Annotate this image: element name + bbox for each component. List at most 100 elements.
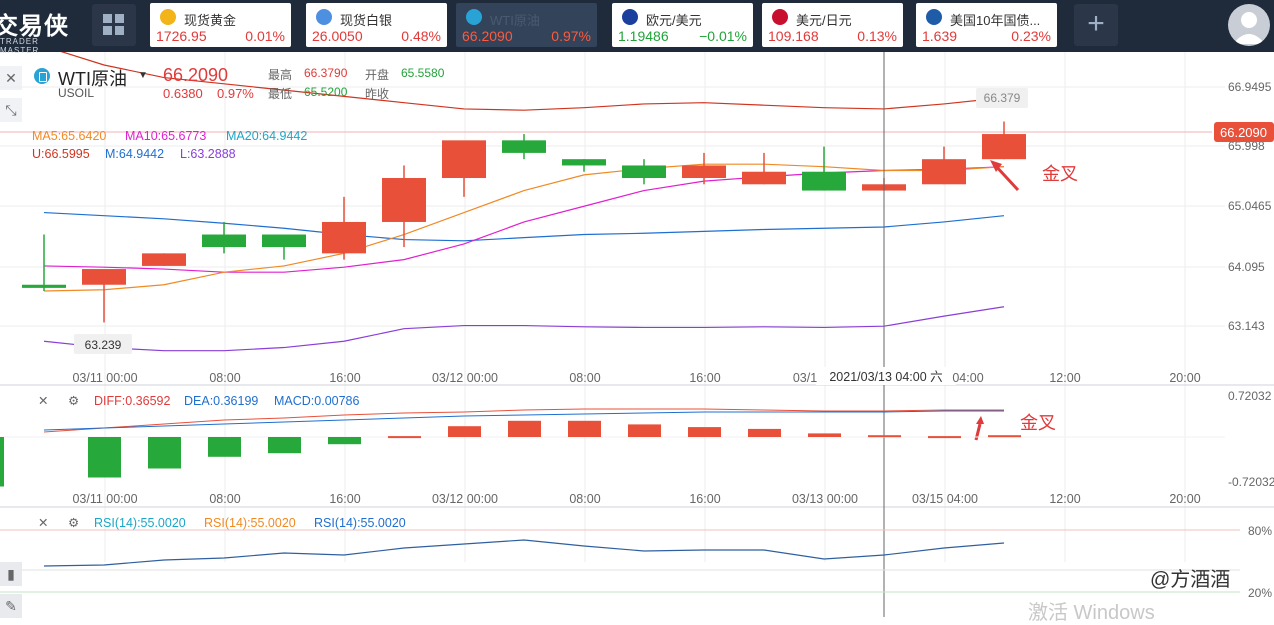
boll-upper-label: U:66.5995 — [32, 147, 90, 161]
boll-mid-label: M:64.9442 — [105, 147, 165, 161]
add-ticker-button[interactable]: + — [1074, 4, 1118, 46]
candle-body — [202, 234, 246, 248]
symbol-icon — [316, 9, 332, 25]
macd-time-label: 16:00 — [689, 492, 720, 506]
close-macd-icon[interactable]: ✕ — [38, 393, 48, 408]
avatar[interactable] — [1228, 4, 1270, 46]
current-price: 66.2090 — [163, 65, 229, 85]
price-axis-label: 66.9495 — [1228, 80, 1272, 94]
macd-bar — [448, 426, 481, 437]
candle-body — [142, 253, 186, 266]
app-logo[interactable]: 交易侠 TRADER MASTER — [0, 4, 80, 55]
candle-body — [562, 159, 606, 166]
ticker-change: 0.13% — [857, 28, 897, 44]
ticker-change: −0.01% — [699, 28, 747, 44]
macd-bar — [688, 427, 721, 437]
candle-body — [262, 234, 306, 248]
macd-label: MACD:0.00786 — [274, 394, 360, 408]
macd-bar — [868, 435, 901, 438]
ticker-card[interactable]: 美国10年国债... 1.639 0.23% — [916, 3, 1057, 47]
activate-windows-watermark: 激活 Windows — [1028, 602, 1155, 624]
ma5-label: MA5:65.6420 — [32, 129, 107, 143]
ticker-name: 现货白银 — [340, 13, 393, 28]
ticker-card[interactable]: 欧元/美元 1.19486 −0.01% — [612, 3, 753, 47]
time-axis-label: 08:00 — [209, 371, 240, 385]
high-label: 最高 — [268, 68, 293, 82]
ticker-price: 1.19486 — [618, 28, 669, 44]
ticker-name: 美国10年国债... — [950, 13, 1041, 28]
candle-body — [82, 269, 126, 285]
macd-axis-label: 0.72032 — [1228, 389, 1272, 403]
ticker-name: WTI原油 — [490, 13, 540, 28]
ticker-change: 0.97% — [551, 28, 591, 44]
ticker-price: 66.2090 — [462, 28, 513, 44]
macd-time-label: 08:00 — [209, 492, 240, 506]
current-price-tag: 66.2090 — [1220, 125, 1267, 140]
golden-cross-annotation: 金叉 — [1020, 413, 1056, 433]
open-label: 开盘 — [365, 68, 390, 82]
time-axis-label: 08:00 — [569, 371, 600, 385]
price-change-pct: 0.97% — [217, 86, 254, 101]
draw-tool-icon[interactable]: ✎ — [0, 594, 22, 618]
macd-bar — [748, 428, 781, 437]
macd-bar — [508, 420, 541, 437]
prev-close-label: 昨收 — [365, 87, 390, 101]
chart-type-icon[interactable]: ▮ — [0, 562, 22, 586]
rsi-label-2: RSI(14):55.0020 — [204, 516, 296, 530]
ma10-line — [43, 166, 1005, 273]
time-axis-label: 03/1 — [793, 371, 817, 385]
macd-bar — [808, 433, 841, 437]
dea-label: DEA:0.36199 — [184, 394, 259, 408]
rsi-label-3: RSI(14):55.0020 — [314, 516, 406, 530]
time-axis-label: 20:00 — [1169, 371, 1200, 385]
macd-bar — [268, 437, 301, 454]
ticker-card[interactable]: 现货白银 26.0050 0.48% — [306, 3, 447, 47]
oil-icon — [34, 68, 50, 84]
ma10-label: MA10:65.6773 — [125, 129, 207, 143]
macd-bar — [88, 437, 121, 478]
candle-body — [22, 284, 66, 288]
close-rsi-icon[interactable]: ✕ — [38, 515, 48, 530]
rsi-axis-label: 20% — [1248, 586, 1272, 600]
price-axis-label: 64.095 — [1228, 260, 1265, 274]
time-axis-label: 16:00 — [329, 371, 360, 385]
rsi-line — [43, 539, 1005, 567]
candle-body — [802, 171, 846, 191]
symbol-code: USOIL — [58, 86, 95, 100]
author-watermark: @方酒酒 — [1150, 569, 1231, 591]
symbol-icon — [466, 9, 482, 25]
time-axis-label: 03/12 00:00 — [432, 371, 498, 385]
ma20-label: MA20:64.9442 — [226, 129, 308, 143]
ticker-change: 0.23% — [1011, 28, 1051, 44]
ticker-name: 欧元/美元 — [646, 13, 702, 28]
ticker-price: 1726.95 — [156, 28, 207, 44]
ticker-price: 109.168 — [768, 28, 819, 44]
symbol-icon — [926, 9, 942, 25]
grid-menu-button[interactable] — [92, 4, 136, 46]
macd-time-label: 16:00 — [329, 492, 360, 506]
ticker-card[interactable]: 美元/日元 109.168 0.13% — [762, 3, 903, 47]
symbol-icon — [622, 9, 638, 25]
rsi-axis-label: 80% — [1248, 524, 1272, 538]
gear-icon[interactable]: ⚙ — [68, 515, 79, 530]
price-change: 0.6380 — [163, 86, 203, 101]
time-axis-label: 03/11 00:00 — [72, 371, 137, 385]
crosshair-time-label: 2021/03/13 04:00 六 — [829, 370, 942, 384]
ticker-change: 0.01% — [245, 28, 285, 44]
high-tag: 66.379 — [984, 91, 1021, 105]
macd-bar — [0, 437, 4, 487]
time-axis-label: 12:00 — [1049, 371, 1080, 385]
bollinger-mid-line — [43, 211, 1005, 242]
symbol-icon — [160, 9, 176, 25]
ticker-card[interactable]: WTI原油 66.2090 0.97% — [456, 3, 597, 47]
macd-time-label: 12:00 — [1049, 492, 1080, 506]
candle-body — [922, 159, 966, 185]
candle-body — [742, 171, 786, 185]
golden-cross-annotation: 金叉 — [1042, 164, 1078, 184]
ticker-card[interactable]: 现货黄金 1726.95 0.01% — [150, 3, 291, 47]
macd-time-label: 03/15 04:00 — [912, 492, 978, 506]
macd-bar — [568, 420, 601, 437]
chevron-down-icon[interactable]: ▼ — [138, 70, 148, 81]
macd-bar — [988, 435, 1021, 438]
gear-icon[interactable]: ⚙ — [68, 393, 79, 408]
